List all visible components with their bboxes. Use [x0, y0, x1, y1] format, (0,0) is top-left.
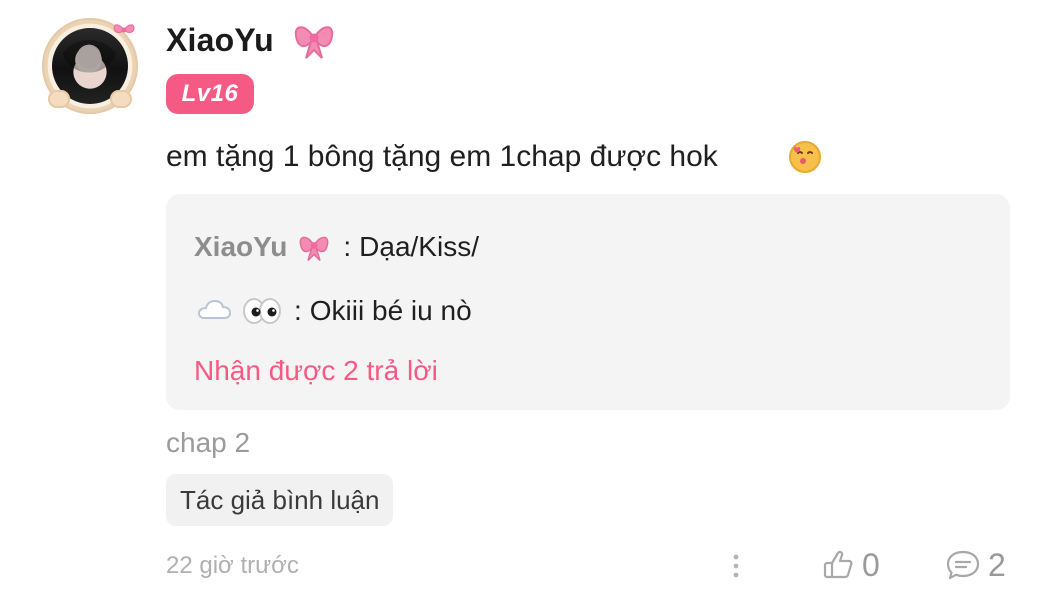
reply-text: Dạa/Kiss/ — [359, 231, 479, 262]
avatar-paw-left-decoration — [48, 90, 70, 108]
reply-text: Okiii bé iu nò — [309, 295, 472, 326]
level-badge: Lv16 — [166, 74, 254, 114]
replies-box: XiaoYu : Dạa/Kiss/: Okiii bé iu nò Nhận… — [166, 194, 1010, 410]
reply-author[interactable]: XiaoYu — [194, 230, 287, 264]
thumbs-up-icon — [820, 547, 856, 583]
reply-separator-icon: : — [294, 295, 302, 326]
reply-separator-icon: : — [343, 231, 352, 262]
kiss-emoji-icon — [788, 140, 822, 174]
comment-text: em tặng 1 bông tặng em 1chap được hok — [166, 140, 718, 173]
author-comment-tag: Tác giả bình luận — [166, 474, 394, 526]
avatar[interactable] — [42, 18, 138, 114]
username[interactable]: XiaoYu — [166, 20, 274, 60]
view-replies-link[interactable]: Nhận được 2 trả lời — [194, 354, 438, 388]
chat-bubble-icon — [944, 547, 982, 583]
comment-card: XiaoYu Lv16 em tặng 1 bông tặng em 1chap… — [0, 0, 1062, 600]
reply-item[interactable]: : Okiii bé iu nò — [194, 294, 472, 328]
cloud-emoji-icon — [194, 296, 232, 326]
chapter-label[interactable]: chap 2 — [166, 426, 250, 460]
more-vertical-icon — [731, 552, 741, 580]
bow-icon — [290, 20, 338, 60]
eyes-emoji-icon — [240, 296, 284, 326]
reply-count: 2 — [988, 547, 1006, 583]
reply-item[interactable]: XiaoYu : Dạa/Kiss/ — [194, 230, 479, 264]
like-count: 0 — [862, 547, 880, 583]
reply-button[interactable]: 2 — [944, 542, 1006, 588]
avatar-bow-icon — [112, 22, 136, 38]
bow-icon — [295, 232, 333, 262]
like-button[interactable]: 0 — [820, 542, 880, 588]
avatar-paw-right-decoration — [110, 90, 132, 108]
more-options-button[interactable] — [722, 546, 750, 586]
timestamp: 22 giờ trước — [166, 552, 299, 579]
